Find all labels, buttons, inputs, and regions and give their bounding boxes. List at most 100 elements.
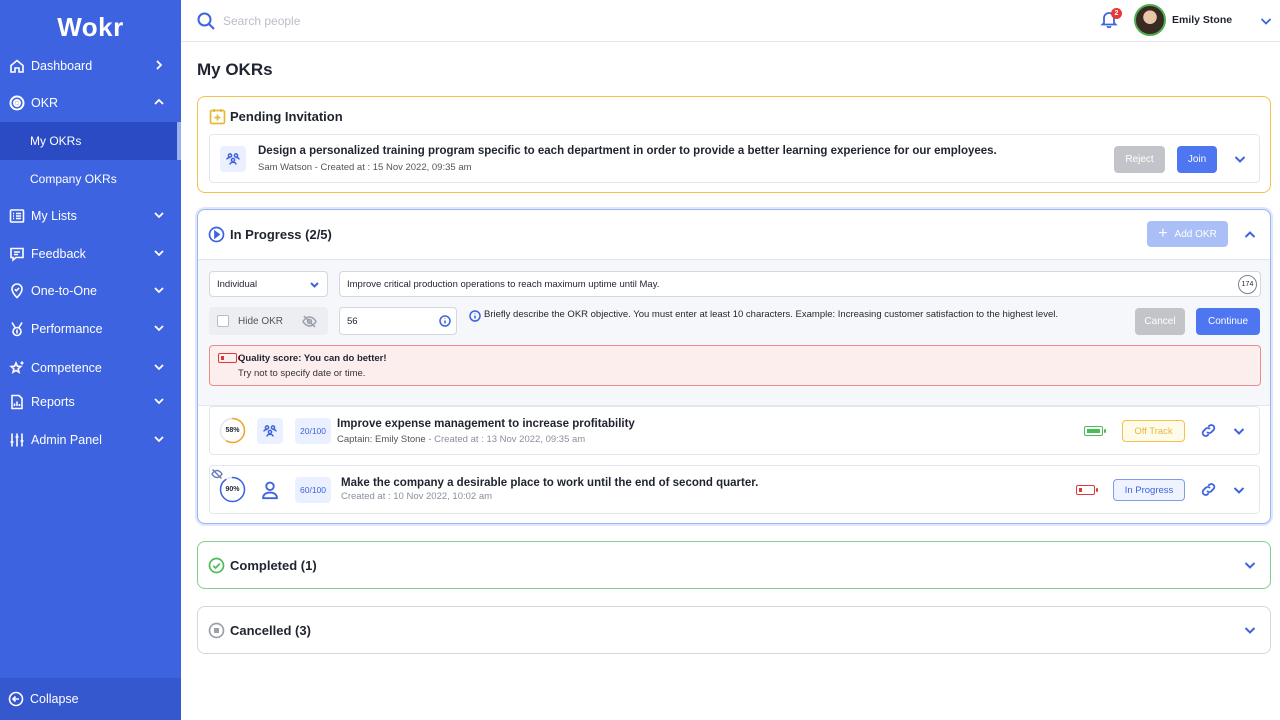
status-badge: In Progress xyxy=(1113,479,1185,501)
cancel-button[interactable]: Cancel xyxy=(1135,308,1185,335)
team-icon xyxy=(220,146,246,172)
chevron-down-icon[interactable] xyxy=(1243,558,1257,572)
report-icon xyxy=(8,393,26,411)
okr-title[interactable]: Improve expense management to increase p… xyxy=(337,418,635,430)
chevron-down-icon[interactable] xyxy=(1259,14,1273,28)
calendar-add-icon xyxy=(209,108,226,125)
feedback-icon xyxy=(8,245,26,263)
home-icon xyxy=(8,57,26,75)
pending-item-meta: Sam Watson - Created at : 15 Nov 2022, 0… xyxy=(258,162,472,173)
okr-create-form: Individual Improve critical production o… xyxy=(198,260,1270,406)
sidebar-item-label: One-to-One xyxy=(31,284,98,298)
info-icon[interactable] xyxy=(439,315,451,327)
okr-row[interactable]: 90% 60/100 Make the company a desirable … xyxy=(209,465,1260,514)
sidebar-item-performance[interactable]: Performance xyxy=(0,310,181,348)
search-input[interactable] xyxy=(223,11,523,31)
completed-card[interactable]: Completed (1) xyxy=(197,541,1271,589)
quality-score-alert: Quality score: You can do better! Try no… xyxy=(209,345,1261,386)
sidebar-item-label: Admin Panel xyxy=(31,433,102,447)
search-icon[interactable] xyxy=(196,11,216,31)
okr-created: Created at : 10 Nov 2022, 10:02 am xyxy=(341,491,493,502)
okr-captain: Captain: Emily Stone xyxy=(337,434,426,445)
pending-item-owner: Sam Watson xyxy=(258,162,313,173)
battery-full-icon xyxy=(1084,426,1106,436)
okr-row[interactable]: 58% 20/100 Improve expense management to… xyxy=(209,406,1260,455)
chevron-down-icon[interactable] xyxy=(1232,424,1246,438)
chevron-down-icon xyxy=(153,209,165,221)
avatar[interactable] xyxy=(1134,4,1166,36)
star-icon xyxy=(8,359,26,377)
hide-okr-toggle[interactable]: Hide OKR xyxy=(209,307,328,335)
cancelled-title: Cancelled (3) xyxy=(230,623,311,638)
sidebar-item-competence[interactable]: Competence xyxy=(0,349,181,387)
team-icon xyxy=(257,418,283,444)
plus-icon: + xyxy=(1158,225,1168,242)
chevron-down-icon xyxy=(309,279,320,290)
in-progress-card: In Progress (2/5) + Add OKR Individual Im… xyxy=(197,209,1271,524)
progress-ring: 90% xyxy=(219,476,246,503)
sidebar-item-label: Performance xyxy=(31,322,103,336)
notification-badge: 2 xyxy=(1111,8,1122,19)
sidebar-item-dashboard[interactable]: Dashboard xyxy=(0,47,181,85)
logo: Wokr xyxy=(57,12,124,42)
sidebar-item-admin-panel[interactable]: Admin Panel xyxy=(0,421,181,459)
quality-title: Quality score: You can do better! xyxy=(238,353,387,364)
info-icon xyxy=(469,309,481,322)
target-icon xyxy=(8,94,26,112)
pending-invitation-card: Pending Invitation Design a personalized… xyxy=(197,96,1271,193)
sliders-icon xyxy=(8,431,26,449)
add-okr-button[interactable]: + Add OKR xyxy=(1147,221,1228,247)
chevron-up-icon[interactable] xyxy=(1243,228,1257,242)
list-icon xyxy=(8,207,26,225)
play-circle-icon xyxy=(208,226,225,243)
chevron-down-icon[interactable] xyxy=(1243,623,1257,637)
sidebar-item-reports[interactable]: Reports xyxy=(0,383,181,421)
link-icon[interactable] xyxy=(1200,481,1217,498)
sidebar-item-feedback[interactable]: Feedback xyxy=(0,235,181,273)
sidebar-subitem-my-okrs[interactable]: My OKRs xyxy=(0,122,181,160)
chevron-down-icon[interactable] xyxy=(1233,152,1247,166)
okr-title[interactable]: Make the company a desirable place to wo… xyxy=(341,477,758,489)
sidebar-item-label: Competence xyxy=(31,361,102,375)
chevron-down-icon xyxy=(153,322,165,334)
sidebar-item-one-to-one[interactable]: One-to-One xyxy=(0,272,181,310)
collapse-label: Collapse xyxy=(30,692,79,706)
chevron-up-icon xyxy=(153,96,165,108)
chevron-down-icon xyxy=(153,433,165,445)
join-button[interactable]: Join xyxy=(1177,146,1217,173)
continue-button[interactable]: Continue xyxy=(1196,308,1260,335)
collapse-button[interactable]: Collapse xyxy=(0,678,181,720)
hide-okr-checkbox[interactable] xyxy=(217,315,229,327)
chevron-down-icon xyxy=(153,395,165,407)
hide-okr-label: Hide OKR xyxy=(238,315,284,327)
number-value: 56 xyxy=(347,315,358,327)
topbar: 2 Emily Stone xyxy=(181,0,1280,42)
okr-type-select[interactable]: Individual xyxy=(209,271,328,297)
sidebar-item-my-lists[interactable]: My Lists xyxy=(0,197,181,235)
battery-low-icon xyxy=(1076,485,1098,495)
score-chip: 60/100 xyxy=(295,477,331,503)
location-icon xyxy=(8,282,26,300)
pending-invitation-item: Design a personalized training program s… xyxy=(209,134,1260,183)
okr-meta: Captain: Emily Stone - Created at : 13 N… xyxy=(337,434,585,445)
cancelled-card[interactable]: Cancelled (3) xyxy=(197,606,1271,654)
sidebar-subitem-label: My OKRs xyxy=(30,134,82,148)
chevron-down-icon[interactable] xyxy=(1232,483,1246,497)
progress-value: 90% xyxy=(225,486,240,493)
status-badge: Off Track xyxy=(1122,420,1185,442)
sidebar-item-okr[interactable]: OKR xyxy=(0,84,181,122)
reject-button[interactable]: Reject xyxy=(1114,146,1165,173)
battery-low-icon xyxy=(218,353,240,363)
score-chip: 20/100 xyxy=(295,418,331,444)
eye-off-icon xyxy=(302,314,317,329)
sidebar-subitem-company-okrs[interactable]: Company OKRs xyxy=(0,160,181,198)
page-title: My OKRs xyxy=(197,60,273,79)
progress-value: 58% xyxy=(225,427,240,434)
user-name[interactable]: Emily Stone xyxy=(1172,14,1232,26)
objective-input[interactable]: Improve critical production operations t… xyxy=(339,271,1261,297)
check-circle-icon xyxy=(208,557,225,574)
link-icon[interactable] xyxy=(1200,422,1217,439)
number-input[interactable]: 56 xyxy=(339,307,457,335)
sidebar-item-label: OKR xyxy=(31,96,59,110)
chevron-down-icon xyxy=(153,361,165,373)
